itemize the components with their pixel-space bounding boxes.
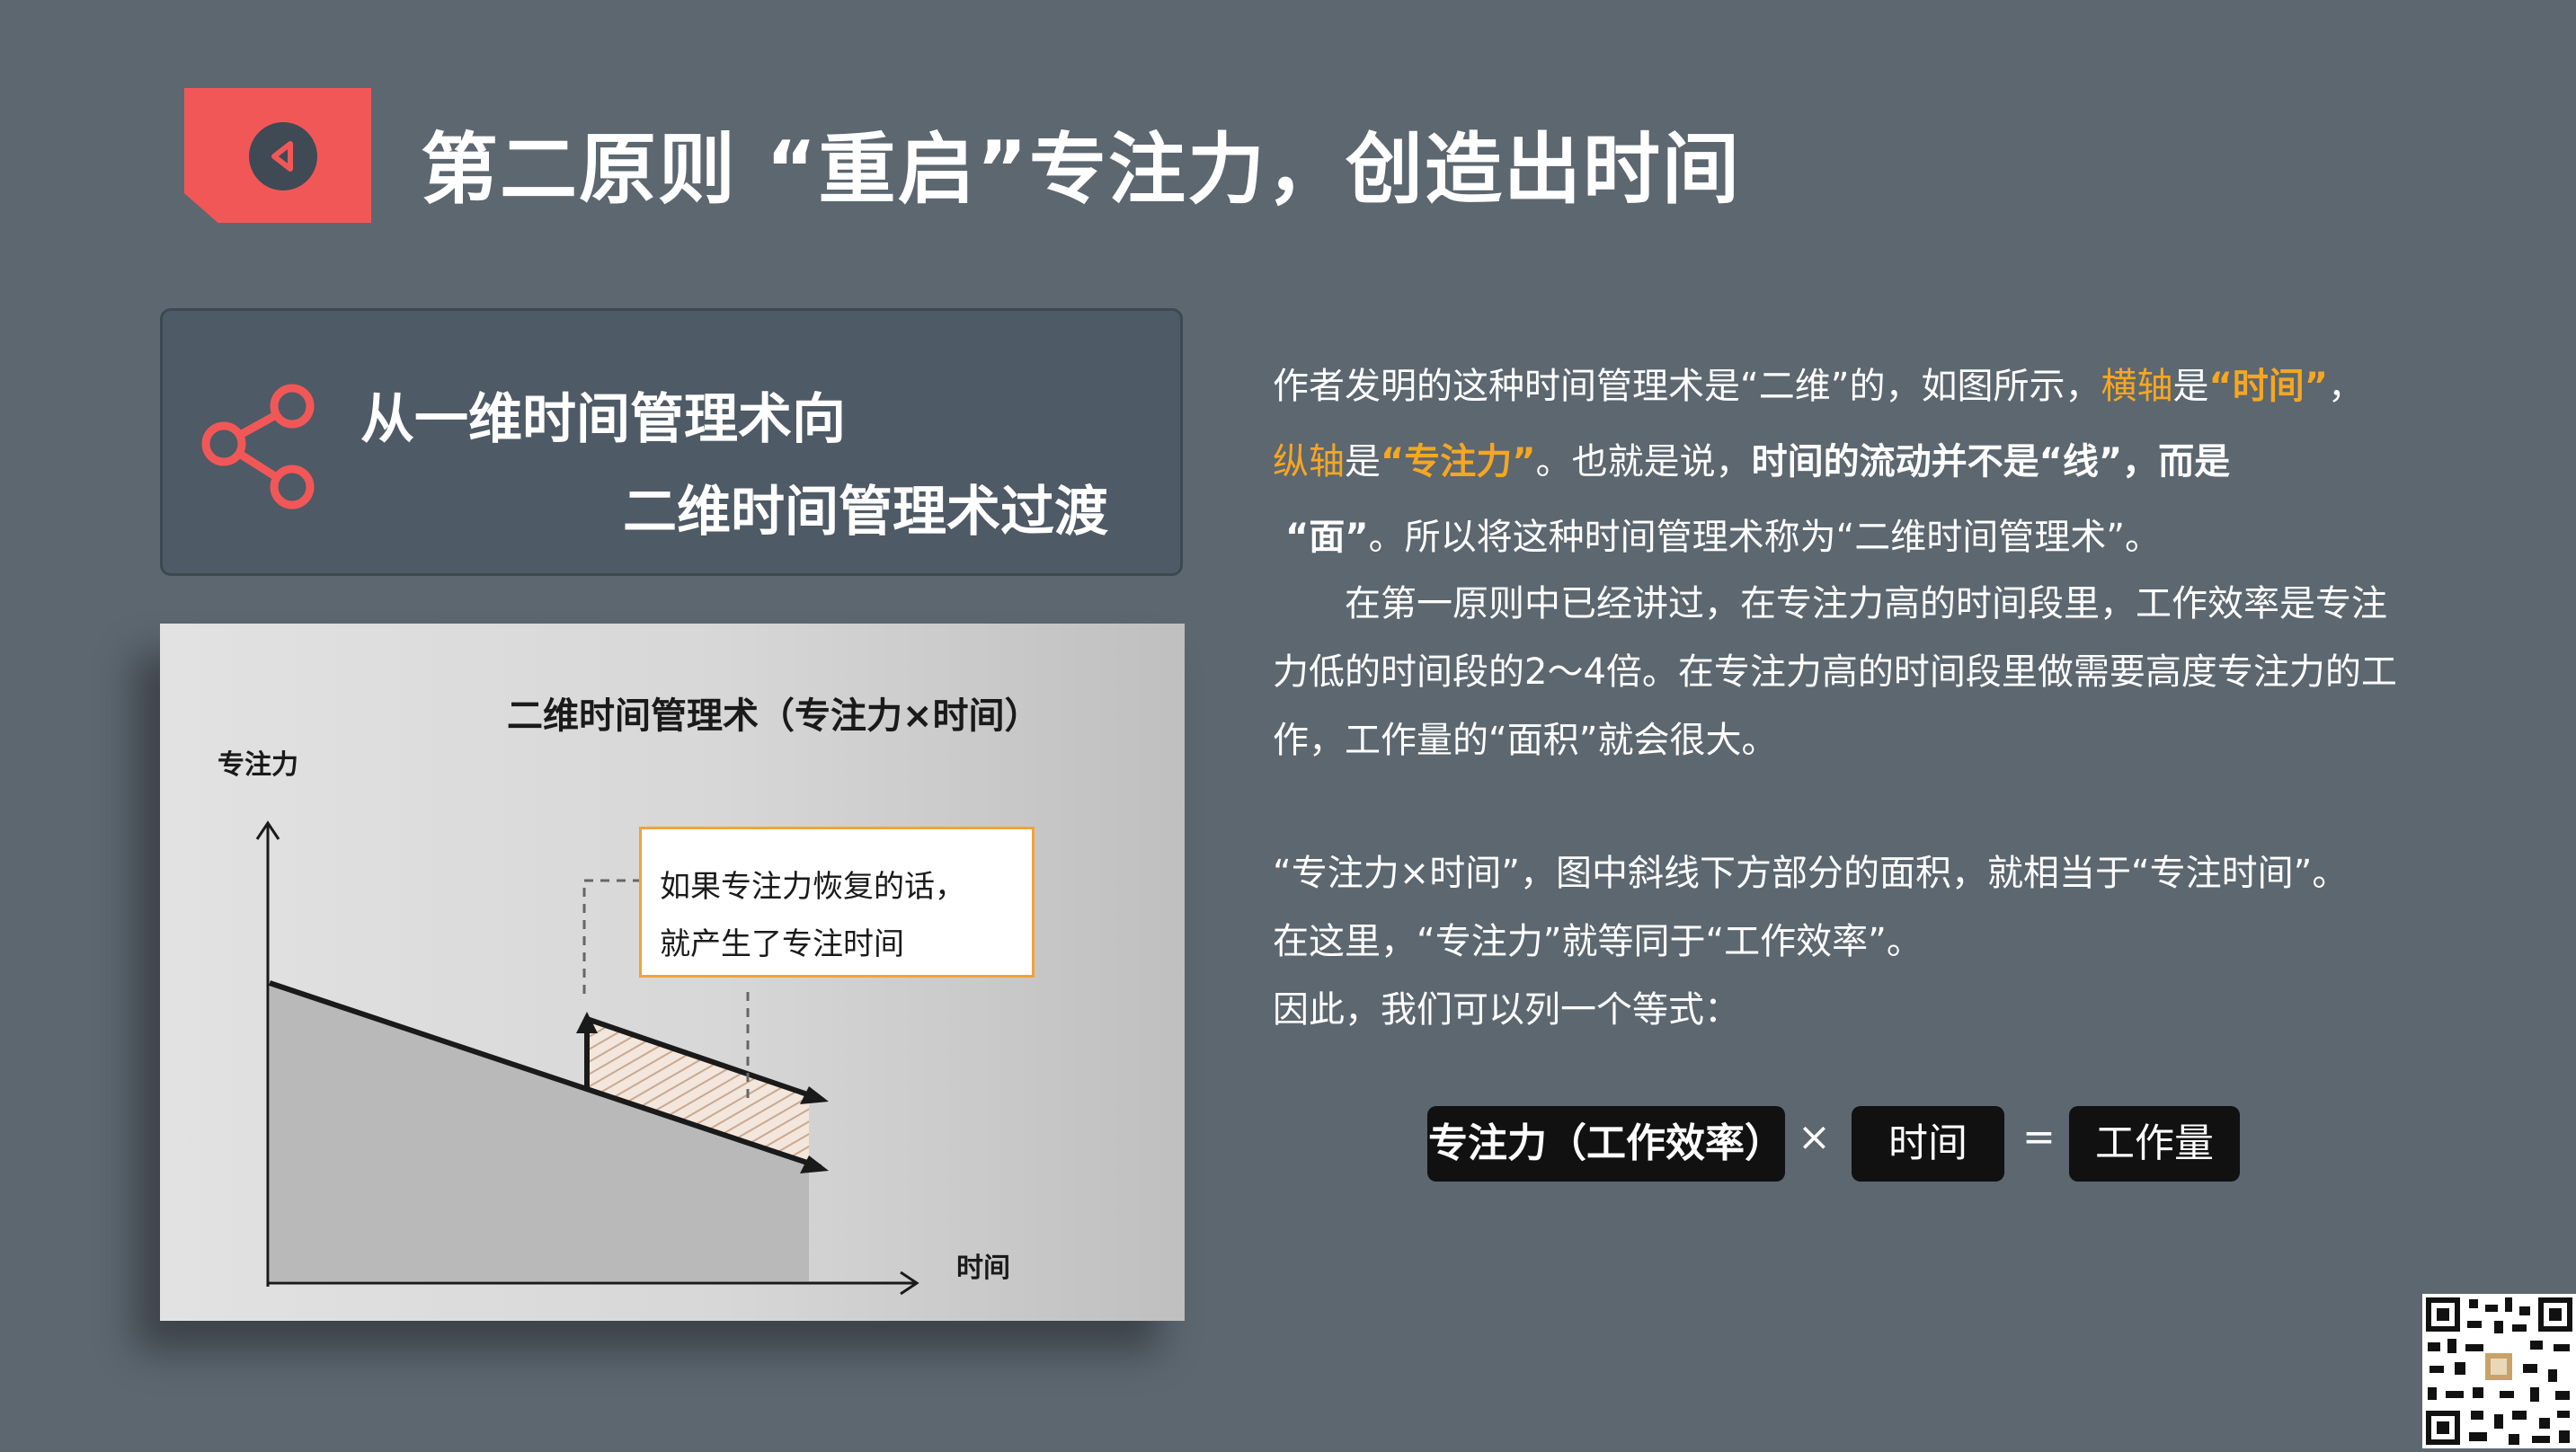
body-paragraph-1: 作者发明的这种时间管理术是“二维”的，如图所示，横轴是“时间”，	[1273, 349, 2468, 425]
p1-text-d: 是	[1345, 441, 1381, 483]
p2-line3: 作，工作量的“面积”就会很大。	[1273, 720, 1778, 761]
callout-box: 如果专注力恢复的话， 就产生了专注时间	[639, 827, 1035, 978]
dashed-leader-left	[582, 879, 640, 994]
p1-bold-surface: “面”	[1285, 517, 1369, 558]
callout-line1: 如果专注力恢复的话，	[660, 869, 965, 905]
equation-times: ×	[1798, 1114, 1831, 1160]
back-arrow-icon[interactable]	[249, 122, 317, 190]
figure-title: 二维时间管理术（专注力×时间）	[507, 695, 1041, 737]
p2-line2: 力低的时间段的2～4倍。在专注力高的时间段里做需要高度专注力的工	[1273, 651, 2397, 693]
p3-line3: 因此，我们可以列一个等式：	[1273, 989, 1740, 1031]
p1-highlight-focus: “专注力”	[1381, 441, 1536, 483]
body-paragraph-2: 在第一原则中已经讲过，在专注力高的时间段里，工作效率是专注 力低的时间段的2～4…	[1273, 570, 2397, 775]
subheading-card: 从一维时间管理术向 二维时间管理术过渡	[160, 308, 1183, 576]
y-axis-label: 专注力	[218, 749, 298, 781]
subheading-line1: 从一维时间管理术向	[360, 388, 846, 451]
callout-line2: 就产生了专注时间	[660, 926, 904, 962]
equation-equals: =	[2022, 1114, 2056, 1160]
p1-text-c: ，	[2328, 366, 2365, 407]
p1-line3: “面”。所以将这种时间管理术称为“二维时间管理术”。	[1285, 500, 2481, 576]
p1-bold-statement: 时间的流动并不是“线”，而是	[1751, 441, 2231, 483]
page-title: 第二原则 “重启”专注力，创造出时间	[421, 125, 1741, 215]
p1-line1: 作者发明的这种时间管理术是“二维”的，如图所示，横轴是“时间”，	[1273, 349, 2468, 425]
body-paragraph-1c: “面”。所以将这种时间管理术称为“二维时间管理术”。	[1285, 500, 2481, 576]
equation-result: 工作量	[2069, 1106, 2240, 1182]
qr-code-icon[interactable]	[2422, 1294, 2576, 1448]
equation-term-focus: 专注力（工作效率）	[1427, 1106, 1785, 1182]
body-paragraph-1b: 纵轴是“专注力”。也就是说，时间的流动并不是“线”，而是	[1273, 424, 2468, 500]
p1-text-f: 。所以将这种时间管理术称为“二维时间管理术”。	[1368, 517, 2162, 558]
p1-highlight-time: “时间”	[2208, 366, 2329, 407]
p1-line2: 纵轴是“专注力”。也就是说，时间的流动并不是“线”，而是	[1273, 424, 2468, 500]
p1-text-e: 。也就是说，	[1535, 441, 1752, 483]
p1-highlight-horizontal: 横轴	[2101, 366, 2173, 407]
subheading-line2: 二维时间管理术过渡	[623, 481, 1108, 544]
x-axis-label: 时间	[956, 1253, 1010, 1284]
p3-line1: “专注力×时间”，图中斜线下方部分的面积，就相当于“专注时间”。	[1273, 853, 2349, 894]
p3-line2: 在这里，“专注力”就等同于“工作效率”。	[1273, 921, 1923, 962]
body-paragraph-3: “专注力×时间”，图中斜线下方部分的面积，就相当于“专注时间”。 在这里，“专注…	[1273, 839, 2348, 1044]
diagram-figure: 二维时间管理术（专注力×时间） 专注力 时间 如果专注力恢复的话， 就产生了专注…	[160, 624, 1185, 1321]
p1-text-a: 作者发明的这种时间管理术是“二维”的，如图所示，	[1273, 366, 2101, 407]
title-badge	[184, 88, 371, 223]
share-icon	[201, 384, 315, 509]
equation-term-time: 时间	[1852, 1106, 2004, 1182]
p1-text-b: 是	[2172, 366, 2209, 407]
p2-line1: 在第一原则中已经讲过，在专注力高的时间段里，工作效率是专注	[1345, 583, 2387, 624]
p1-highlight-vertical: 纵轴	[1273, 441, 1345, 483]
